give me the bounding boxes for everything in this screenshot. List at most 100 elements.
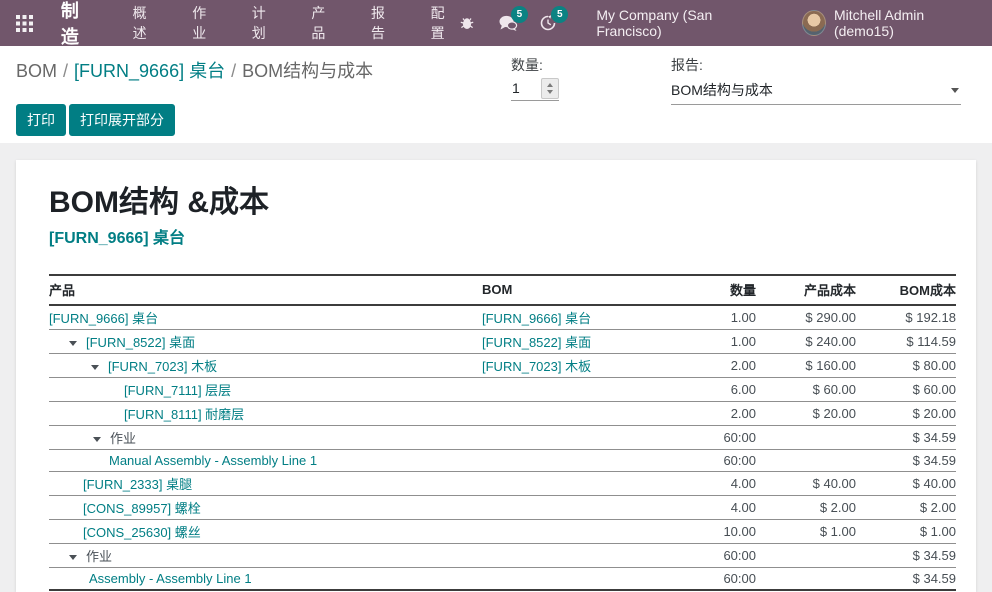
table-row: [CONS_89957] 螺栓4.00$ 2.00$ 2.00	[49, 496, 956, 520]
activities-badge: 5	[551, 6, 568, 23]
content-area: BOM结构 &成本 [FURN_9666] 桌台 产品 BOM 数量 产品成本 …	[0, 143, 992, 592]
report-type-value: BOM结构与成本	[671, 80, 773, 100]
product-cell: [FURN_8522] 桌面	[49, 330, 482, 354]
report-label: 报告:	[671, 55, 961, 75]
product-link[interactable]: [CONS_89957] 螺栓	[83, 501, 201, 516]
print-button[interactable]: 打印	[16, 104, 66, 136]
bom-cost-cell: $ 34.59	[856, 544, 956, 568]
table-body: [FURN_9666] 桌台 [FURN_9666] 桌台 1.00$ 290.00…	[49, 305, 956, 590]
product-cost-cell	[756, 568, 856, 590]
table-row: 作业60:00$ 34.59	[49, 426, 956, 450]
product-link[interactable]: Assembly - Assembly Line 1	[89, 571, 252, 586]
messages-badge: 5	[511, 6, 528, 23]
quantity-cell: 4.00	[662, 496, 756, 520]
menu-reporting[interactable]: 报告	[369, 0, 398, 47]
report-type-control: 报告: BOM结构与成本	[671, 55, 961, 105]
bom-link[interactable]: [FURN_7023] 木板	[482, 359, 591, 374]
bom-cell	[482, 496, 662, 520]
product-cell: Manual Assembly - Assembly Line 1	[49, 450, 482, 472]
product-cell: 作业	[49, 544, 482, 568]
app-name[interactable]: 制造	[61, 0, 97, 49]
quantity-cell: 2.00	[662, 402, 756, 426]
product-link[interactable]: [FURN_7023] 木板	[108, 359, 217, 374]
product-cost-cell	[756, 544, 856, 568]
product-link[interactable]: [CONS_25630] 螺丝	[83, 525, 201, 540]
debug-bug-icon[interactable]	[457, 12, 477, 34]
stepper-up-icon[interactable]	[547, 83, 553, 87]
table-row: [FURN_7111] 层层6.00$ 60.00$ 60.00	[49, 378, 956, 402]
bom-link[interactable]: [FURN_9666] 桌台	[482, 311, 591, 326]
table-row: [FURN_2333] 桌腿4.00$ 40.00$ 40.00	[49, 472, 956, 496]
quantity-stepper[interactable]	[541, 78, 559, 99]
quantity-value[interactable]: 1	[511, 78, 541, 100]
product-cost-cell: $ 40.00	[756, 472, 856, 496]
user-name: Mitchell Admin (demo15)	[834, 7, 976, 39]
product-cost-cell: $ 160.00	[756, 354, 856, 378]
quantity-cell: 60:00	[662, 544, 756, 568]
bom-cost-cell: $ 114.59	[856, 330, 956, 354]
bom-cost-cell: $ 34.59	[856, 568, 956, 590]
col-header-bom: BOM	[482, 275, 662, 305]
product-link[interactable]: [FURN_2333] 桌腿	[83, 477, 192, 492]
user-menu[interactable]: Mitchell Admin (demo15)	[802, 7, 976, 39]
menu-overview[interactable]: 概述	[131, 0, 160, 47]
product-cell: 作业	[49, 426, 482, 450]
report-card: BOM结构 &成本 [FURN_9666] 桌台 产品 BOM 数量 产品成本 …	[16, 160, 976, 592]
report-type-select[interactable]: BOM结构与成本	[671, 78, 961, 105]
product-link[interactable]: [FURN_8111] 耐磨层	[124, 407, 244, 422]
product-link[interactable]: [FURN_9666] 桌台	[49, 311, 158, 326]
table-row: [FURN_8111] 耐磨层2.00$ 20.00$ 20.00	[49, 402, 956, 426]
stepper-down-icon[interactable]	[547, 90, 553, 94]
bom-cell: [FURN_9666] 桌台	[482, 305, 662, 330]
table-row: [FURN_9666] 桌台 [FURN_9666] 桌台 1.00$ 290.00…	[49, 305, 956, 330]
breadcrumb-separator: /	[231, 61, 236, 81]
product-cost-cell: $ 290.00	[756, 305, 856, 330]
activities-clock-icon[interactable]: 5	[538, 12, 558, 34]
bom-cell	[482, 568, 662, 590]
collapse-caret-icon[interactable]	[93, 437, 101, 442]
operations-label: 作业	[86, 549, 112, 564]
bom-cell: [FURN_8522] 桌面	[482, 330, 662, 354]
control-panel: BOM/[FURN_9666] 桌台/BOM结构与成本 数量: 1 报告: BO…	[0, 46, 992, 143]
menu-products[interactable]: 产品	[309, 0, 338, 47]
quantity-input[interactable]: 1	[511, 78, 559, 101]
product-link[interactable]: [FURN_7111] 层层	[124, 383, 231, 398]
apps-grid-icon[interactable]	[16, 13, 35, 33]
breadcrumb-separator: /	[63, 61, 68, 81]
product-cost-cell: $ 60.00	[756, 378, 856, 402]
breadcrumb-bom[interactable]: BOM	[16, 61, 57, 81]
messages-icon[interactable]: 5	[498, 12, 518, 34]
menu-planning[interactable]: 计划	[250, 0, 279, 47]
action-buttons: 打印 打印展开部分	[16, 104, 175, 136]
menu-operations[interactable]: 作业	[190, 0, 219, 47]
breadcrumb-product-link[interactable]: [FURN_9666] 桌台	[74, 61, 225, 81]
product-link[interactable]: [FURN_8522] 桌面	[86, 335, 195, 350]
quantity-cell: 1.00	[662, 305, 756, 330]
collapse-caret-icon[interactable]	[69, 555, 77, 560]
bom-cell: [FURN_7023] 木板	[482, 354, 662, 378]
product-cost-cell: $ 20.00	[756, 402, 856, 426]
report-subtitle[interactable]: [FURN_9666] 桌台	[49, 224, 940, 248]
table-header-row: 产品 BOM 数量 产品成本 BOM成本	[49, 275, 956, 305]
product-link[interactable]: Manual Assembly - Assembly Line 1	[109, 453, 317, 468]
print-unfolded-button[interactable]: 打印展开部分	[69, 104, 175, 136]
product-cell: [FURN_2333] 桌腿	[49, 472, 482, 496]
product-cell: [FURN_7023] 木板	[49, 354, 482, 378]
top-navbar: 制造 概述 作业 计划 产品 报告 配置 5	[0, 0, 992, 46]
bom-cell	[482, 472, 662, 496]
bom-link[interactable]: [FURN_8522] 桌面	[482, 335, 591, 350]
quantity-cell: 4.00	[662, 472, 756, 496]
menu-configuration[interactable]: 配置	[429, 0, 458, 47]
quantity-cell: 60:00	[662, 450, 756, 472]
col-header-product: 产品	[49, 275, 482, 305]
bom-cost-cell: $ 34.59	[856, 426, 956, 450]
collapse-caret-icon[interactable]	[91, 365, 99, 370]
table-row: [FURN_8522] 桌面[FURN_8522] 桌面1.00$ 240.00…	[49, 330, 956, 354]
company-switcher[interactable]: My Company (San Francisco)	[596, 7, 768, 39]
product-cost-cell	[756, 426, 856, 450]
bom-cost-cell: $ 2.00	[856, 496, 956, 520]
table-row: 作业 60:00 $ 34.59	[49, 544, 956, 568]
col-header-bom-cost: BOM成本	[856, 275, 956, 305]
collapse-caret-icon[interactable]	[69, 341, 77, 346]
bom-cell	[482, 450, 662, 472]
